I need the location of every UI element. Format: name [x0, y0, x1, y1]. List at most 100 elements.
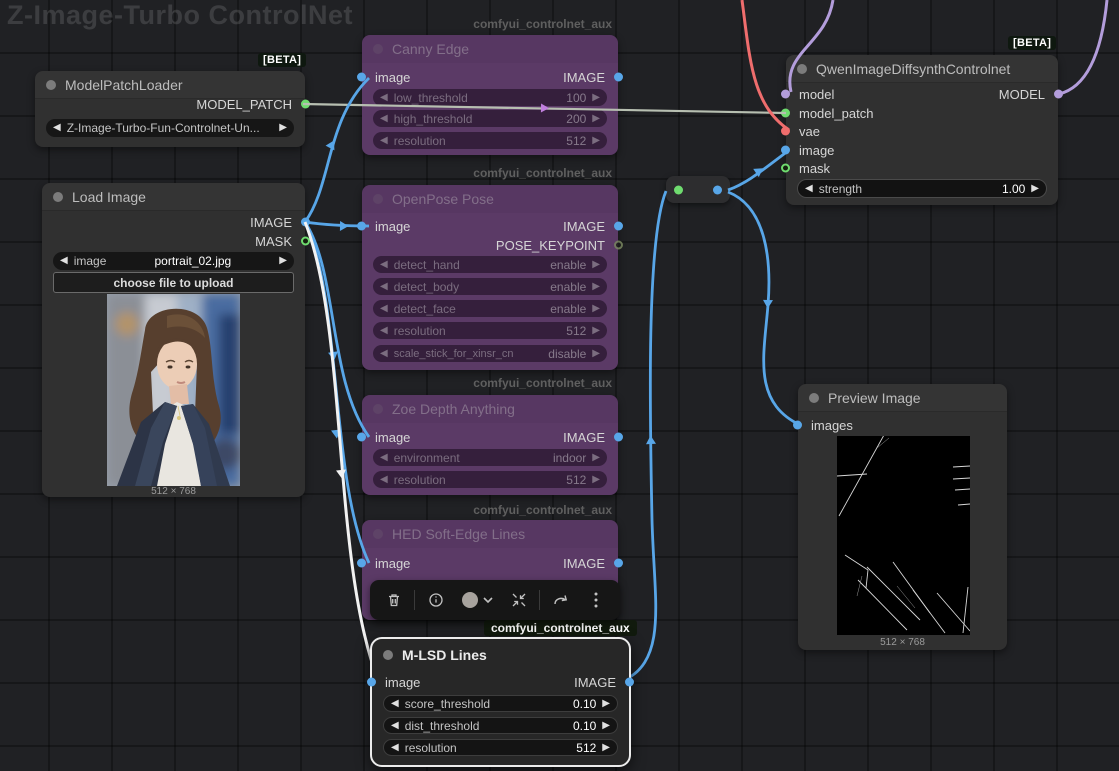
image-output-port[interactable]	[625, 678, 634, 687]
resolution-widget[interactable]: ◀ resolution 512 ▶	[373, 471, 607, 488]
decrement-arrow-icon[interactable]: ◀	[380, 282, 388, 292]
decrement-arrow-icon[interactable]: ◀	[391, 721, 399, 731]
collapse-dot-icon[interactable]	[797, 64, 807, 74]
widget-name: score_threshold	[405, 697, 490, 711]
color-picker-icon[interactable]	[456, 585, 498, 615]
model-output-port[interactable]	[1054, 90, 1063, 99]
increment-arrow-icon[interactable]: ▶	[602, 699, 610, 709]
increment-arrow-icon[interactable]: ▶	[592, 326, 600, 336]
collapse-icon[interactable]	[504, 585, 534, 615]
decrement-arrow-icon[interactable]: ◀	[380, 304, 388, 314]
images-input-port[interactable]	[793, 421, 802, 430]
decrement-arrow-icon[interactable]: ◀	[380, 453, 388, 463]
decrement-arrow-icon[interactable]: ◀	[380, 349, 388, 359]
increment-arrow-icon[interactable]: ▶	[592, 453, 600, 463]
resolution-widget[interactable]: ◀ resolution 512 ▶	[373, 132, 607, 149]
input-label: image	[385, 675, 420, 690]
image-input-port[interactable]	[357, 222, 366, 231]
increment-arrow-icon[interactable]: ▶	[592, 93, 600, 103]
increment-arrow-icon[interactable]: ▶	[592, 349, 600, 359]
decrement-arrow-icon[interactable]: ◀	[60, 256, 68, 266]
collapse-dot-icon[interactable]	[809, 393, 819, 403]
model-patch-name-widget[interactable]: ◀ Z-Image-Turbo-Fun-Controlnet-Un... ▶	[46, 119, 294, 137]
scale-stick-widget[interactable]: ◀ scale_stick_for_xinsr_cn disable ▶	[373, 345, 607, 362]
decrement-arrow-icon[interactable]: ◀	[391, 699, 399, 709]
increment-arrow-icon[interactable]: ▶	[592, 475, 600, 485]
increment-arrow-icon[interactable]: ▶	[592, 114, 600, 124]
node-reroute[interactable]	[666, 176, 730, 203]
mask-input-port[interactable]	[781, 164, 790, 173]
node-zoe-depth[interactable]: Zoe Depth Anything image IMAGE ◀ environ…	[362, 395, 618, 495]
image-input-port[interactable]	[357, 73, 366, 82]
increment-arrow-icon[interactable]: ▶	[279, 256, 287, 266]
dist-threshold-widget[interactable]: ◀ dist_threshold 0.10 ▶	[383, 717, 618, 734]
redo-icon[interactable]	[546, 585, 576, 615]
node-preview-image[interactable]: Preview Image images	[798, 384, 1007, 650]
decrement-arrow-icon[interactable]: ◀	[380, 326, 388, 336]
image-input-port[interactable]	[367, 678, 376, 687]
increment-arrow-icon[interactable]: ▶	[602, 721, 610, 731]
output-label: IMAGE	[563, 556, 605, 571]
collapse-dot-icon[interactable]	[46, 80, 56, 90]
image-output-port[interactable]	[614, 73, 623, 82]
detect-body-widget[interactable]: ◀ detect_body enable ▶	[373, 278, 607, 295]
info-icon[interactable]	[421, 585, 451, 615]
image-output-port[interactable]	[614, 559, 623, 568]
increment-arrow-icon[interactable]: ▶	[592, 282, 600, 292]
high-threshold-widget[interactable]: ◀ high_threshold 200 ▶	[373, 110, 607, 127]
detect-hand-widget[interactable]: ◀ detect_hand enable ▶	[373, 256, 607, 273]
decrement-arrow-icon[interactable]: ◀	[805, 184, 813, 194]
wire-image-to-canny	[305, 78, 369, 222]
model-patch-output-port[interactable]	[301, 100, 310, 109]
node-title: Canny Edge	[392, 41, 469, 57]
choose-file-button[interactable]: choose file to upload	[53, 272, 294, 293]
model-input-port[interactable]	[781, 90, 790, 99]
node-title: QwenImageDiffsynthControlnet	[816, 61, 1010, 77]
increment-arrow-icon[interactable]: ▶	[602, 743, 610, 753]
strength-widget[interactable]: ◀ strength 1.00 ▶	[797, 179, 1047, 198]
increment-arrow-icon[interactable]: ▶	[592, 136, 600, 146]
pose-keypoint-output-port[interactable]	[614, 241, 623, 250]
low-threshold-widget[interactable]: ◀ low_threshold 100 ▶	[373, 89, 607, 106]
image-input-port[interactable]	[357, 559, 366, 568]
decrement-arrow-icon[interactable]: ◀	[391, 743, 399, 753]
kebab-menu-icon[interactable]	[581, 585, 611, 615]
resolution-widget[interactable]: ◀ resolution 512 ▶	[383, 739, 618, 756]
increment-arrow-icon[interactable]: ▶	[592, 304, 600, 314]
decrement-arrow-icon[interactable]: ◀	[380, 260, 388, 270]
image-output-port[interactable]	[614, 222, 623, 231]
reroute-input-port[interactable]	[674, 185, 683, 194]
node-qwen-controlnet[interactable]: QwenImageDiffsynthControlnet model MODEL…	[786, 55, 1058, 205]
decrement-arrow-icon[interactable]: ◀	[380, 114, 388, 124]
increment-arrow-icon[interactable]: ▶	[1031, 184, 1039, 194]
node-mlsd-lines[interactable]: M-LSD Lines image IMAGE ◀ score_threshol…	[370, 637, 631, 767]
decrement-arrow-icon[interactable]: ◀	[53, 123, 61, 133]
environment-widget[interactable]: ◀ environment indoor ▶	[373, 449, 607, 466]
mask-output-port[interactable]	[301, 237, 310, 246]
decrement-arrow-icon[interactable]: ◀	[380, 93, 388, 103]
decrement-arrow-icon[interactable]: ◀	[380, 136, 388, 146]
wire-image-to-hed	[305, 222, 369, 563]
detect-face-widget[interactable]: ◀ detect_face enable ▶	[373, 300, 607, 317]
image-output-port[interactable]	[301, 218, 310, 227]
score-threshold-widget[interactable]: ◀ score_threshold 0.10 ▶	[383, 695, 618, 712]
node-model-patch-loader[interactable]: ModelPatchLoader MODEL_PATCH ◀ Z-Image-T…	[35, 71, 305, 147]
image-output-port[interactable]	[614, 433, 623, 442]
resolution-widget[interactable]: ◀ resolution 512 ▶	[373, 322, 607, 339]
vae-input-port[interactable]	[781, 127, 790, 136]
wire-arrow	[326, 138, 339, 150]
image-input-port[interactable]	[357, 433, 366, 442]
decrement-arrow-icon[interactable]: ◀	[380, 475, 388, 485]
image-file-widget[interactable]: ◀ image portrait_02.jpg ▶	[53, 252, 294, 270]
node-canny-edge[interactable]: Canny Edge image IMAGE ◀ low_threshold 1…	[362, 35, 618, 155]
collapse-dot-icon[interactable]	[383, 650, 393, 660]
node-openpose-pose[interactable]: OpenPose Pose image IMAGE POSE_KEYPOINT …	[362, 185, 618, 370]
model-patch-input-port[interactable]	[781, 109, 790, 118]
reroute-output-port[interactable]	[713, 185, 722, 194]
increment-arrow-icon[interactable]: ▶	[592, 260, 600, 270]
increment-arrow-icon[interactable]: ▶	[279, 123, 287, 133]
node-load-image[interactable]: Load Image IMAGE MASK ◀ image portrait_0…	[42, 183, 305, 497]
collapse-dot-icon[interactable]	[53, 192, 63, 202]
image-input-port[interactable]	[781, 146, 790, 155]
trash-icon[interactable]	[379, 585, 409, 615]
